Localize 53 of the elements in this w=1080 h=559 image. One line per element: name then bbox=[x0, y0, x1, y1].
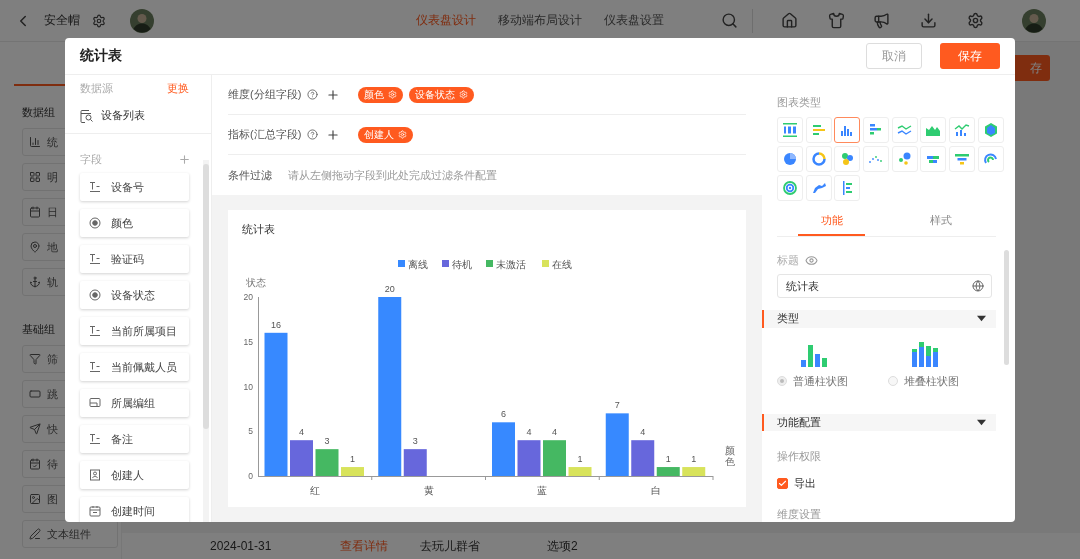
section-title: 类型 bbox=[777, 311, 799, 327]
axis-tick-label: 0 bbox=[248, 471, 253, 481]
table-cell-text: 选项2 bbox=[547, 537, 579, 555]
data-label: 3 bbox=[412, 436, 418, 447]
section-title: 功能配置 bbox=[777, 414, 821, 430]
option-label: 堆叠柱状图 bbox=[904, 373, 959, 389]
data-label: 1 bbox=[665, 454, 671, 465]
section-title: 数据组 bbox=[22, 105, 55, 120]
dimension-settings-label: 维度设置 bbox=[777, 507, 822, 522]
data-label: 1 bbox=[350, 454, 355, 465]
legend-label: 在线 bbox=[552, 259, 572, 270]
axis-label: 蓝 bbox=[537, 485, 548, 496]
data-label: 20 bbox=[384, 284, 395, 294]
table-cell-text: 2024-01-31 bbox=[210, 539, 273, 553]
legend-label: 离线 bbox=[408, 259, 428, 270]
data-source-label: 数据源 bbox=[80, 81, 113, 96]
axis-title: 状态 bbox=[246, 277, 266, 288]
data-label: 1 bbox=[577, 454, 583, 465]
legend-label: 待机 bbox=[452, 259, 472, 270]
data-label: 4 bbox=[299, 427, 304, 438]
axis-tick-label: 5 bbox=[248, 426, 253, 437]
axis-tick-label: 10 bbox=[243, 381, 253, 392]
data-label: 4 bbox=[526, 427, 532, 438]
chart-type-label: 图表类型 bbox=[777, 95, 822, 110]
app-title: 安全帽 bbox=[44, 12, 80, 29]
permission-label: 操作权限 bbox=[777, 449, 822, 464]
data-label: 16 bbox=[271, 319, 281, 330]
data-source-name: 设备列表 bbox=[101, 108, 145, 123]
filter-hint: 请从左侧拖动字段到此处完成过滤条件配置 bbox=[288, 167, 497, 183]
table-cell-text: 去玩儿群省 bbox=[420, 537, 481, 555]
data-label: 3 bbox=[324, 436, 330, 447]
axis-label: 白 bbox=[651, 485, 662, 496]
config-label: 条件过滤 bbox=[228, 167, 272, 183]
data-label: 4 bbox=[552, 427, 557, 438]
axis-tick-label: 20 bbox=[243, 292, 253, 302]
data-label: 7 bbox=[614, 400, 620, 411]
data-label: 1 bbox=[691, 454, 697, 465]
option-label: 普通柱状图 bbox=[793, 373, 848, 389]
data-label: 6 bbox=[501, 409, 506, 420]
axis-label: 黄 bbox=[423, 485, 434, 496]
title-label: 标题 bbox=[777, 253, 799, 268]
axis-label: 红 bbox=[309, 485, 320, 496]
axis-title: 颜色 bbox=[725, 445, 735, 467]
config-label: 指标(汇总字段) bbox=[228, 127, 302, 142]
data-label: 4 bbox=[640, 427, 646, 438]
checkbox-label: 导出 bbox=[794, 476, 816, 491]
axis-tick-label: 15 bbox=[243, 336, 253, 347]
modal-title: 统计表 bbox=[80, 47, 122, 65]
section-title: 基础组 bbox=[22, 322, 55, 337]
legend-label: 未激活 bbox=[496, 259, 526, 270]
fields-label: 字段 bbox=[80, 152, 102, 167]
chart-title: 统计表 bbox=[242, 223, 275, 235]
config-label: 维度(分组字段) bbox=[228, 87, 302, 102]
